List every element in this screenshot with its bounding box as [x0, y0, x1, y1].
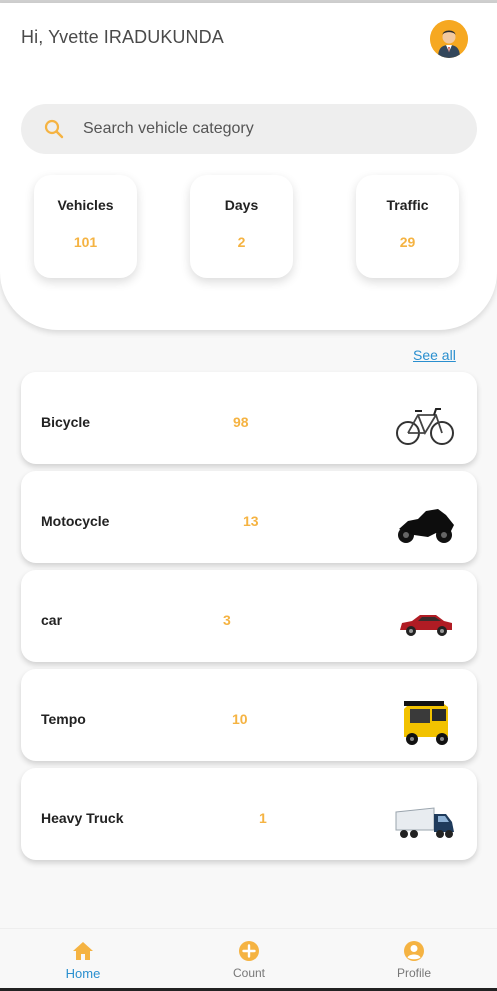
category-name: Motocycle [41, 513, 110, 529]
truck-icon [395, 807, 454, 838]
nav-count[interactable]: Count [199, 929, 299, 989]
header-panel: Hi, Yvette IRADUKUNDA Search vehicle cat… [0, 3, 497, 330]
category-count: 3 [223, 612, 231, 628]
nav-home[interactable]: Home [33, 929, 133, 989]
motorcycle-icon [398, 509, 454, 543]
see-all-link[interactable]: See all [413, 347, 456, 363]
stat-value: 29 [399, 234, 416, 250]
category-card-heavy-truck[interactable]: Heavy Truck 1 [21, 768, 477, 860]
nav-label-home: Home [65, 966, 101, 981]
stat-card-days[interactable]: Days 2 [190, 175, 293, 278]
category-name: car [41, 612, 63, 628]
profile-icon [404, 941, 424, 961]
nav-label-profile: Profile [396, 966, 431, 980]
category-card-motocycle[interactable]: Motocycle 13 [21, 471, 477, 563]
category-count: 98 [233, 414, 249, 430]
add-circle-icon [239, 941, 259, 961]
stat-card-traffic[interactable]: Traffic 29 [356, 175, 459, 278]
user-avatar-icon[interactable] [430, 20, 468, 58]
category-card-bicycle[interactable]: Bicycle 98 [21, 372, 477, 464]
category-count: 10 [232, 711, 248, 727]
category-name: Tempo [41, 711, 86, 727]
search-placeholder: Search vehicle category [83, 120, 254, 137]
category-count: 1 [259, 810, 267, 826]
nav-profile[interactable]: Profile [364, 929, 464, 989]
stat-label: Vehicles [57, 197, 114, 213]
stat-value: 101 [73, 234, 98, 250]
bicycle-icon [396, 408, 454, 445]
category-name: Bicycle [41, 414, 91, 430]
category-count: 13 [243, 513, 259, 529]
tempo-icon [404, 701, 448, 745]
category-name: Heavy Truck [41, 810, 124, 826]
stat-label: Days [224, 197, 259, 213]
bottom-nav: Home Count Profile [0, 928, 497, 988]
home-icon [73, 942, 93, 960]
search-icon [44, 119, 64, 139]
category-card-tempo[interactable]: Tempo 10 [21, 669, 477, 761]
car-icon [400, 615, 452, 636]
greeting-text: Hi, Yvette IRADUKUNDA [21, 27, 224, 47]
stat-card-vehicles[interactable]: Vehicles 101 [34, 175, 137, 278]
nav-label-count: Count [232, 966, 266, 980]
stat-value: 2 [237, 234, 246, 250]
stat-label: Traffic [386, 197, 429, 213]
search-input[interactable]: Search vehicle category [21, 104, 477, 154]
category-card-car[interactable]: car 3 [21, 570, 477, 662]
